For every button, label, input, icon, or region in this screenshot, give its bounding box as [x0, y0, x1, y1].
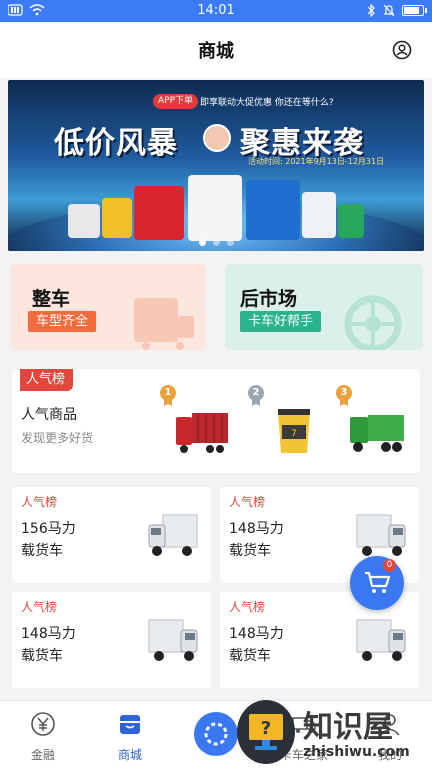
- popular-ribbon: 人气榜: [20, 369, 74, 391]
- card-horsepower: 148马力: [21, 626, 76, 642]
- category-whole-vehicle[interactable]: 整车 车型齐全: [10, 264, 206, 350]
- tab-finance[interactable]: 金融: [13, 711, 73, 763]
- category-aftermarket[interactable]: 后市场 卡车好帮手: [225, 264, 423, 350]
- card-type: 载货车: [229, 648, 271, 664]
- truck-image: [134, 186, 184, 240]
- carousel-dot[interactable]: [198, 239, 206, 246]
- app-header: 商城: [0, 22, 432, 78]
- watermark-brand: 知识屋: [303, 710, 393, 745]
- cart-count-badge: 0: [383, 559, 396, 572]
- truck-image: [302, 192, 336, 238]
- box-truck-image: [148, 514, 198, 556]
- box-truck-image: [356, 514, 406, 556]
- category-title: 整车: [32, 288, 71, 310]
- product-card[interactable]: 人气榜 156马力 载货车: [12, 487, 211, 583]
- watermark-logo: ?: [237, 700, 295, 764]
- center-action-button[interactable]: [194, 712, 238, 756]
- battery-icon: [402, 5, 427, 16]
- box-truck-image: [148, 619, 198, 661]
- promo-banner[interactable]: APP下单 即享联动大促优惠 你还在等什么? 低价风暴 聚惠来袭 活动时间: 2…: [8, 80, 424, 251]
- card-type: 载货车: [229, 543, 271, 559]
- wheel-icon: [344, 295, 402, 350]
- carousel-dot[interactable]: [212, 239, 220, 246]
- rank-3-medal-icon: 3: [336, 385, 352, 401]
- spinner-icon: [204, 722, 228, 746]
- rank-2-medal-icon: 2: [248, 385, 264, 401]
- user-profile-icon[interactable]: [392, 40, 412, 60]
- bluetooth-icon: [367, 4, 375, 17]
- watermark-url: zhishiwu.com: [303, 744, 410, 760]
- truck-image: [338, 204, 364, 238]
- popular-title: 人气商品: [21, 407, 77, 423]
- fist-icon: [203, 124, 231, 152]
- card-tag: 人气榜: [229, 600, 266, 614]
- rank-1-medal-icon: 1: [160, 385, 176, 401]
- banner-dates: 活动时间: 2021年9月13日-12月31日: [248, 157, 385, 166]
- page-title: 商城: [198, 41, 234, 62]
- card-tag: 人气榜: [229, 495, 266, 509]
- popular-subtitle: 发现更多好货: [21, 431, 94, 445]
- card-type: 载货车: [21, 648, 63, 664]
- yuan-icon: [31, 712, 55, 736]
- truck-image: [68, 204, 100, 238]
- category-title: 后市场: [240, 288, 298, 310]
- banner-pill: APP下单: [153, 94, 199, 109]
- box-truck-image: [356, 619, 406, 661]
- truck-image: [102, 198, 132, 238]
- svg-text:?: ?: [261, 718, 271, 739]
- tab-store[interactable]: 商城: [100, 711, 160, 763]
- carousel-dots: [8, 239, 424, 246]
- card-type: 载货车: [21, 543, 63, 559]
- green-dump-truck-image[interactable]: [350, 409, 406, 457]
- tab-label: 金融: [30, 748, 55, 762]
- status-bar: 14:01: [0, 0, 432, 22]
- carousel-dot[interactable]: [226, 239, 234, 246]
- card-horsepower: 148马力: [229, 521, 284, 537]
- watermark: ? 知识屋 zhishiwu.com: [237, 700, 432, 768]
- oil-bucket-image[interactable]: 7: [274, 407, 314, 457]
- category-tag: 卡车好帮手: [240, 311, 322, 332]
- product-card[interactable]: 人气榜 148马力 载货车: [12, 592, 211, 688]
- banner-subline: 即享联动大促优惠 你还在等什么?: [200, 98, 334, 108]
- cart-icon: [365, 571, 391, 593]
- bell-muted-icon: [383, 4, 395, 17]
- banner-headline-left: 低价风暴: [54, 126, 178, 161]
- card-horsepower: 156马力: [21, 521, 76, 537]
- svg-text:7: 7: [291, 429, 297, 439]
- cart-button[interactable]: 0: [350, 556, 404, 610]
- red-truck-image[interactable]: [176, 409, 230, 457]
- store-icon: [120, 715, 140, 734]
- popular-products-panel[interactable]: 人气榜 人气商品 发现更多好货 1 2 3 7: [12, 369, 420, 473]
- card-tag: 人气榜: [21, 495, 58, 509]
- tab-label: 商城: [117, 748, 142, 762]
- card-horsepower: 148马力: [229, 626, 284, 642]
- card-tag: 人气榜: [21, 600, 58, 614]
- truck-image: [188, 175, 242, 241]
- truck-image: [246, 180, 300, 240]
- monitor-question-icon: ?: [249, 714, 283, 750]
- truck-outline-icon: [134, 298, 194, 350]
- category-tag: 车型齐全: [28, 311, 97, 332]
